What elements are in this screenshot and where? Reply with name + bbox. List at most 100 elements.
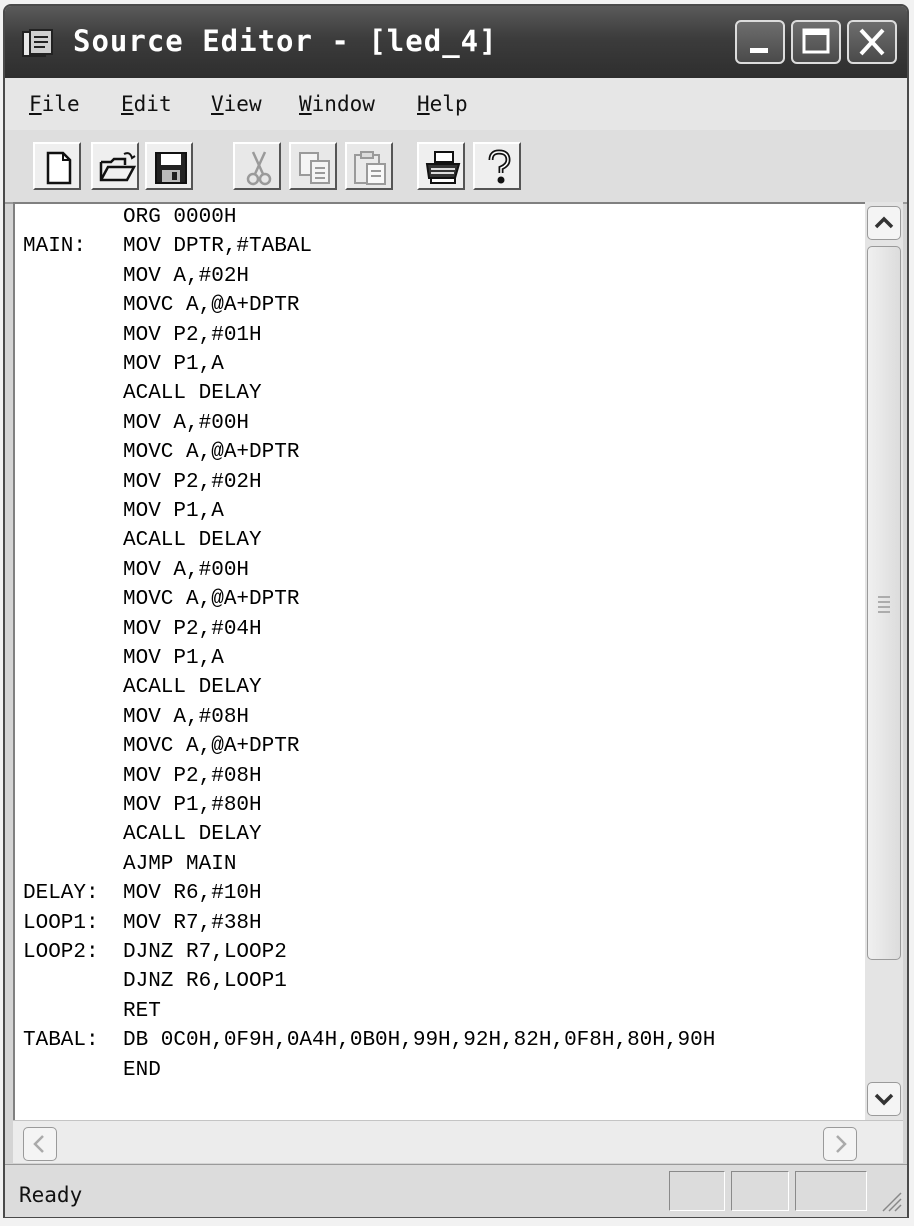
code-line-instruction: RET <box>123 999 161 1023</box>
code-line-instruction: MOV A,#08H <box>123 705 250 729</box>
code-line-instruction: MOV A,#00H <box>123 411 250 435</box>
open-button[interactable] <box>91 142 139 190</box>
code-line: DJNZ R6,LOOP1 <box>15 970 855 999</box>
menu-file[interactable]: File <box>29 92 80 116</box>
code-line-instruction: MOVC A,@A+DPTR <box>123 588 300 612</box>
chevron-up-icon <box>874 216 894 229</box>
open-folder-icon <box>99 152 137 182</box>
maximize-button[interactable] <box>791 20 841 64</box>
code-line-instruction: ACALL DELAY <box>123 529 262 553</box>
vertical-scroll-thumb[interactable] <box>867 246 901 960</box>
toolbar <box>5 130 907 204</box>
title-bar[interactable]: Source Editor - [led_4] <box>5 6 907 78</box>
scroll-down-button[interactable] <box>867 1082 901 1116</box>
status-bar: Ready <box>5 1164 907 1217</box>
code-line-instruction: MOVC A,@A+DPTR <box>123 294 300 318</box>
code-line-instruction: END <box>123 1058 161 1082</box>
new-file-button[interactable] <box>33 142 81 190</box>
save-icon <box>155 152 187 184</box>
cut-icon <box>246 151 272 186</box>
source-editor-window: Source Editor - [led_4] File Edit View W… <box>3 4 909 1218</box>
code-line-instruction: MOV R7,#38H <box>123 911 262 935</box>
code-line-instruction: MOVC A,@A+DPTR <box>123 441 300 465</box>
scroll-right-button[interactable] <box>823 1127 857 1161</box>
horizontal-scrollbar[interactable] <box>13 1120 903 1163</box>
code-line-instruction: MOV P1,A <box>123 500 224 523</box>
code-line-instruction: ACALL DELAY <box>123 823 262 847</box>
code-line: ACALL DELAY <box>15 529 855 558</box>
code-line: MOV P2,#08H <box>15 765 855 794</box>
menu-window[interactable]: Window <box>299 92 375 116</box>
new-file-icon <box>46 151 72 185</box>
status-pane-1 <box>669 1171 725 1211</box>
print-icon <box>425 151 461 184</box>
code-line: MAIN: MOV DPTR,#TABAL <box>15 235 855 264</box>
code-line: ACALL DELAY <box>15 823 855 852</box>
code-line: AJMP MAIN <box>15 853 855 882</box>
code-line-instruction: MOV P1,A <box>123 353 224 376</box>
help-button[interactable] <box>473 142 521 190</box>
code-editor[interactable]: ORG 0000H MAIN: MOV DPTR,#TABAL MOV A,#02H M… <box>13 202 865 1120</box>
code-line: MOVC A,@A+DPTR <box>15 441 855 470</box>
minimize-icon <box>750 48 768 53</box>
paste-button[interactable] <box>345 142 393 190</box>
code-line: MOVC A,@A+DPTR <box>15 588 855 617</box>
code-line: MOV A,#02H <box>15 265 855 294</box>
code-line: ACALL DELAY <box>15 676 855 705</box>
scroll-up-button[interactable] <box>867 206 901 240</box>
code-line-instruction: AJMP MAIN <box>123 852 237 876</box>
scroll-left-button[interactable] <box>23 1127 57 1161</box>
code-line: ORG 0000H <box>15 206 855 235</box>
menu-view[interactable]: View <box>211 92 262 116</box>
code-line: MOV P1,A <box>15 647 855 676</box>
status-text: Ready <box>19 1183 83 1207</box>
cut-button[interactable] <box>233 142 281 190</box>
code-line-instruction: DB 0C0H,0F9H,0A4H,0B0H,99H,92H,82H,0F8H,… <box>123 1029 716 1053</box>
code-line: MOV A,#00H <box>15 412 855 441</box>
code-line-label: DELAY: <box>23 882 99 906</box>
code-line-instruction: MOV P1,A <box>123 647 224 670</box>
code-line-label: LOOP2: <box>23 941 99 964</box>
resize-grip-icon[interactable] <box>877 1187 903 1213</box>
code-line: MOV A,#00H <box>15 559 855 588</box>
code-line-instruction: ACALL DELAY <box>123 676 262 700</box>
code-line: MOV P1,#80H <box>15 794 855 823</box>
maximize-icon <box>802 28 830 54</box>
code-line: MOVC A,@A+DPTR <box>15 294 855 323</box>
code-line: LOOP2: DJNZ R7,LOOP2 <box>15 941 855 970</box>
code-line-label: MAIN: <box>23 235 87 259</box>
code-line-instruction: MOVC A,@A+DPTR <box>123 735 300 759</box>
close-button[interactable] <box>847 20 897 64</box>
code-line: MOV P1,A <box>15 353 855 382</box>
code-line-label: LOOP1: <box>23 911 99 935</box>
code-line: END <box>15 1059 855 1088</box>
code-line: MOV P1,A <box>15 500 855 529</box>
menu-edit[interactable]: Edit <box>121 92 172 116</box>
code-line: MOV P2,#01H <box>15 324 855 353</box>
code-line-instruction: MOV P2,#01H <box>123 323 262 347</box>
menu-help[interactable]: Help <box>417 92 468 116</box>
code-line-instruction: MOV P2,#02H <box>123 470 262 494</box>
code-line: ACALL DELAY <box>15 382 855 411</box>
print-button[interactable] <box>417 142 465 190</box>
code-line-instruction: MOV P2,#04H <box>123 617 262 641</box>
paste-icon <box>354 151 386 185</box>
code-line: DELAY: MOV R6,#10H <box>15 882 855 911</box>
code-line: LOOP1: MOV R7,#38H <box>15 912 855 941</box>
code-line: MOVC A,@A+DPTR <box>15 735 855 764</box>
vertical-scrollbar[interactable] <box>865 202 903 1120</box>
status-pane-2 <box>731 1171 789 1211</box>
minimize-button[interactable] <box>735 20 785 64</box>
code-line: RET <box>15 1000 855 1029</box>
menu-bar: File Edit View Window Help <box>5 78 907 131</box>
window-title: Source Editor - [led_4] <box>73 24 498 58</box>
code-line-instruction: MOV P2,#08H <box>123 764 262 788</box>
code-line-instruction: DJNZ R6,LOOP1 <box>123 970 287 994</box>
code-line-label: TABAL: <box>23 1029 99 1053</box>
code-line: MOV A,#08H <box>15 706 855 735</box>
save-button[interactable] <box>145 142 193 190</box>
app-icon <box>22 29 53 57</box>
grip-lines-icon <box>878 596 890 613</box>
code-line-instruction: ORG 0000H <box>123 206 237 229</box>
copy-button[interactable] <box>289 142 337 190</box>
